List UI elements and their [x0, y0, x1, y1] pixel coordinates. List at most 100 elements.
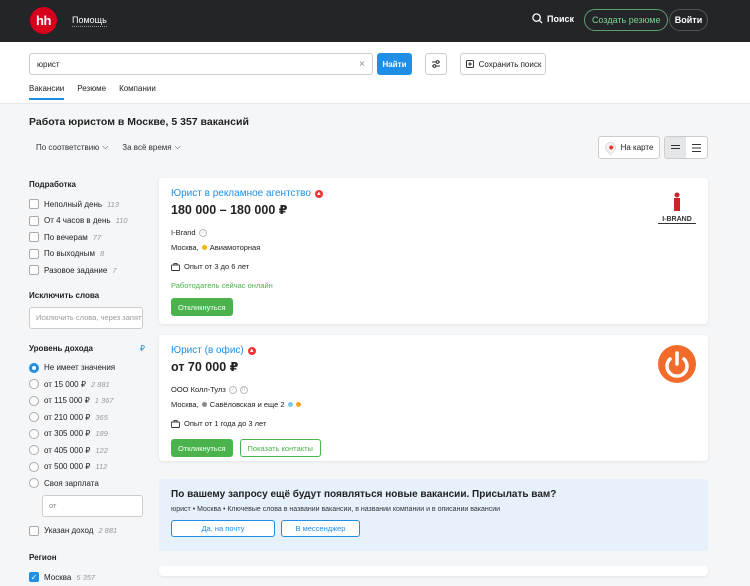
checkbox[interactable]	[29, 232, 39, 243]
help-link[interactable]: Помощь	[72, 15, 107, 27]
vacancy-title: Юрист (в офис)	[171, 345, 244, 356]
radio-button[interactable]	[29, 478, 39, 489]
experience-row: Опыт от 3 до 6 лет	[171, 262, 696, 271]
radio-button[interactable]	[29, 445, 39, 456]
verified-icon: ✓	[228, 385, 237, 394]
sort-relevance-dropdown[interactable]: По соответствию ⌵	[36, 142, 108, 152]
briefcase-icon	[171, 419, 180, 428]
filter-label: По вечерам	[44, 232, 88, 242]
checkbox-checked[interactable]: ✓	[29, 572, 39, 583]
filter-heading-exclude: Исключить слова	[29, 290, 100, 300]
map-button-label: На карте	[620, 143, 654, 152]
vacancy-card: Юрист в рекламное агентство ▲ 180 000 – …	[159, 178, 708, 324]
exclude-words-input[interactable]: Исключить слова, через запятую	[29, 306, 143, 329]
vacancy-city: Москва,	[171, 400, 199, 409]
vacancy-title-link[interactable]: Юрист в рекламное агентство ▲	[171, 188, 696, 199]
radio-button[interactable]	[29, 428, 39, 439]
checkbox[interactable]	[29, 248, 39, 259]
chevron-down-icon: ⌵	[102, 142, 109, 151]
radio-button[interactable]	[29, 362, 39, 373]
vacancy-experience: Опыт от 3 до 6 лет	[184, 262, 250, 271]
income-option[interactable]: от 500 000 ₽ 112	[29, 459, 145, 476]
login-button[interactable]: Войти	[669, 9, 708, 31]
find-button[interactable]: Найти	[377, 53, 412, 75]
metro-icon	[201, 245, 207, 250]
income-option[interactable]: Не имеет значения	[29, 360, 145, 377]
income-count: 122	[95, 445, 108, 455]
vacancy-title-link[interactable]: Юрист (в офис) ▲	[171, 345, 696, 356]
income-label: от 305 000 ₽	[44, 429, 91, 439]
map-button[interactable]: На карте	[598, 136, 660, 159]
income-specified-option[interactable]: Указан доход 2 881	[29, 523, 145, 540]
radio-button[interactable]	[29, 412, 39, 423]
filter-option[interactable]: Разовое задание 7	[29, 262, 145, 279]
filters-sidebar: Подработка Неполный день 113 От 4 часов в…	[29, 180, 145, 586]
filter-heading-income: Уровень дохода ₽	[29, 344, 145, 353]
location-row: Москва, Авиамоторная	[171, 243, 696, 252]
checkbox[interactable]	[29, 525, 39, 536]
currency-switch[interactable]: ₽	[140, 344, 145, 353]
filter-label: Москва	[44, 572, 72, 582]
filter-option[interactable]: Неполный день 113	[29, 196, 145, 213]
income-option[interactable]: от 305 000 ₽ 189	[29, 426, 145, 443]
income-label: от 500 000 ₽	[44, 462, 91, 472]
vacancy-city: Москва,	[171, 243, 199, 252]
company-row: ООО Колл-Тулз ✓ IT	[171, 385, 696, 394]
company-name[interactable]: I-Brand	[171, 228, 196, 237]
filter-option[interactable]: По вечерам 77	[29, 229, 145, 246]
full-view-button[interactable]	[686, 137, 707, 158]
income-option[interactable]: Своя зарплата	[29, 475, 145, 492]
filter-heading-region: Регион	[29, 553, 57, 562]
company-logo[interactable]	[658, 345, 696, 385]
income-count: 365	[95, 412, 108, 422]
region-option[interactable]: ✓ Москва 5 357	[29, 569, 145, 586]
show-contacts-button[interactable]: Показать контакты	[239, 439, 321, 457]
search-tabs: Вакансии Резюме Компании	[29, 84, 156, 100]
map-pin-icon	[602, 139, 618, 156]
checkbox[interactable]	[29, 215, 39, 226]
sort-period-dropdown[interactable]: За всё время ⌵	[122, 142, 180, 152]
tab-resumes[interactable]: Резюме	[77, 84, 106, 100]
tab-vacancies[interactable]: Вакансии	[29, 84, 65, 100]
company-logo[interactable]: I-BRAND	[658, 192, 696, 224]
respond-button[interactable]: Откликнуться	[171, 298, 233, 316]
income-option[interactable]: от 210 000 ₽ 365	[29, 409, 145, 426]
income-option[interactable]: от 15 000 ₽ 2 881	[29, 376, 145, 393]
search-panel: юрист × Найти Сохранить поиск Вакансии Р…	[0, 42, 750, 104]
checkbox[interactable]	[29, 265, 39, 276]
respond-button[interactable]: Откликнуться	[171, 439, 233, 457]
income-option[interactable]: от 115 000 ₽ 1 367	[29, 393, 145, 410]
advanced-filter-button[interactable]	[425, 53, 447, 75]
search-input[interactable]: юрист ×	[29, 53, 373, 75]
radio-button[interactable]	[29, 395, 39, 406]
radio-button[interactable]	[29, 379, 39, 390]
compact-view-button[interactable]	[665, 137, 686, 158]
sort-row: По соответствию ⌵ За всё время ⌵	[36, 142, 181, 152]
vacancy-title: Юрист в рекламное агентство	[171, 188, 311, 199]
top-header: hh Помощь Поиск Создать резюме Войти	[0, 0, 750, 42]
clear-icon[interactable]: ×	[359, 59, 365, 70]
vacancy-metro: Савёловская и еще 2	[209, 400, 285, 409]
income-label: от 15 000 ₽	[44, 379, 86, 389]
subscribe-messenger-button[interactable]: В мессенджер	[281, 520, 360, 537]
income-option[interactable]: от 405 000 ₽ 122	[29, 442, 145, 459]
company-name[interactable]: ООО Колл-Тулз	[171, 385, 226, 394]
create-resume-button[interactable]: Создать резюме	[584, 9, 669, 31]
subscribe-query-summary: юрист • Москва • Ключевые слова в назван…	[171, 506, 501, 513]
vacancy-card: Юрист (в офис) ▲ от 70 000 ₽ ООО Колл-Ту…	[159, 335, 708, 461]
vacancy-salary: от 70 000 ₽	[171, 360, 239, 374]
filter-count: 8	[99, 249, 105, 259]
checkbox[interactable]	[29, 199, 39, 210]
filter-label: Разовое задание	[44, 265, 108, 275]
power-logo-icon	[658, 345, 696, 383]
radio-button[interactable]	[29, 461, 39, 472]
filter-option[interactable]: От 4 часов в день 110	[29, 213, 145, 230]
tab-companies[interactable]: Компании	[119, 84, 156, 100]
save-search-button[interactable]: Сохранить поиск	[460, 53, 546, 75]
filter-option[interactable]: По выходным 8	[29, 246, 145, 263]
hh-logo[interactable]: hh	[30, 7, 57, 34]
own-salary-input[interactable]: от	[42, 494, 143, 517]
search-nav-button[interactable]: Поиск	[532, 13, 574, 24]
subscribe-email-button[interactable]: Да, на почту	[171, 520, 275, 537]
sort-relevance-label: По соответствию	[36, 142, 100, 152]
